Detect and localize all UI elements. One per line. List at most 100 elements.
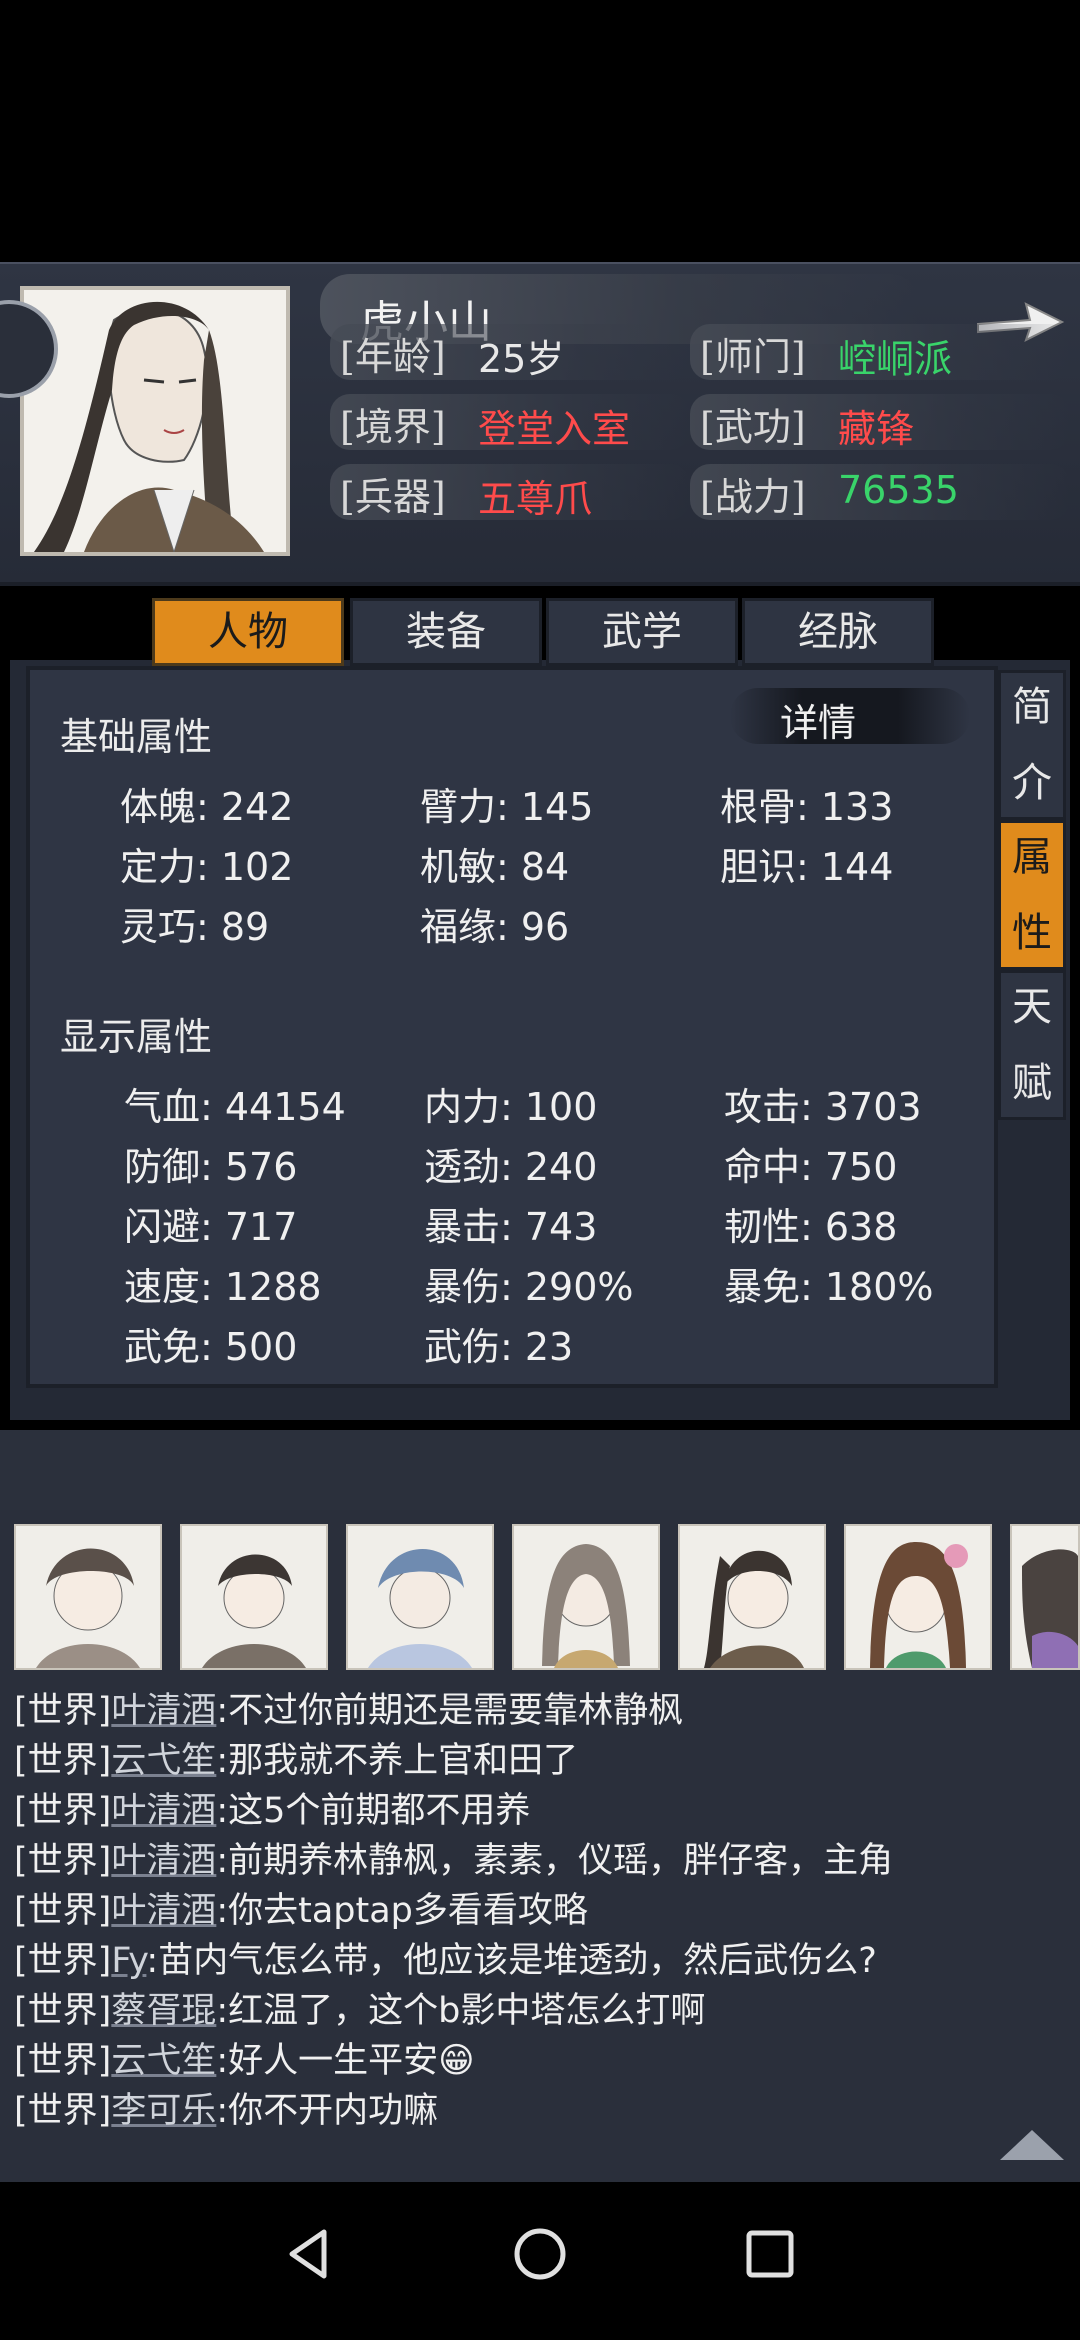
stat-dexterity: 灵巧: 89	[120, 905, 270, 949]
chat-message: [世界]蔡胥琨:红温了，这个b影中塔怎么打啊	[14, 1982, 705, 2033]
home-icon[interactable]	[510, 2224, 570, 2284]
martial-label: [武功]	[700, 405, 806, 449]
weapon-value: 五尊爪	[478, 477, 593, 521]
side-tab-intro-char1: 简	[1012, 684, 1052, 730]
chat-text: :你去taptap多看看攻略	[216, 1891, 588, 1931]
realm-label: [境界]	[340, 405, 446, 449]
chat-message: [世界]叶清酒:你去taptap多看看攻略	[14, 1882, 588, 1933]
stat-accuracy: 命中: 750	[724, 1145, 898, 1189]
tab-martial-arts[interactable]: 武学	[546, 598, 738, 666]
martial-value: 藏锋	[838, 407, 915, 451]
sect-value: 崆峒派	[838, 337, 953, 381]
side-tab-talents[interactable]: 天 赋	[998, 970, 1066, 1120]
side-tab-attributes[interactable]: 属 性	[998, 820, 1066, 970]
party-avatar[interactable]	[844, 1524, 992, 1670]
chat-message: [世界]云弋笙:那我就不养上官和田了	[14, 1732, 578, 1783]
side-tab-intro[interactable]: 简 介	[998, 670, 1066, 820]
tab-meridians[interactable]: 经脉	[742, 598, 934, 666]
system-nav-bar	[0, 2182, 1080, 2340]
chat-username[interactable]: 叶清酒	[111, 1891, 216, 1931]
chat-message: [世界]李可乐:你不开内功嘛	[14, 2082, 438, 2133]
side-tab-talents-char1: 天	[1012, 984, 1052, 1030]
age-label: [年龄]	[340, 335, 446, 379]
power-label: [战力]	[700, 475, 806, 519]
detail-button[interactable]: 详情	[780, 692, 856, 747]
stat-mana: 内力: 100	[424, 1085, 598, 1129]
chat-username[interactable]: 叶清酒	[111, 1791, 216, 1831]
party-avatar[interactable]	[180, 1524, 328, 1670]
side-tab-attributes-char1: 属	[1012, 834, 1052, 880]
stat-crit-resist: 暴免: 180%	[724, 1265, 934, 1309]
stat-martial-resist: 武免: 500	[124, 1325, 298, 1369]
chat-message: [世界]叶清酒:前期养林静枫，素素，仪瑶，胖仔客，主角	[14, 1832, 893, 1883]
chat-text: :苗内气怎么带，他应该是堆透劲，然后武伤么?	[146, 1941, 877, 1981]
side-tab-talents-char2: 赋	[1012, 1060, 1052, 1106]
stat-toughness: 韧性: 638	[724, 1205, 898, 1249]
chat-username[interactable]: 叶清酒	[111, 1691, 216, 1731]
stat-fortune: 福缘: 96	[420, 905, 570, 949]
stat-courage: 胆识: 144	[720, 845, 894, 889]
side-tab-attributes-char2: 性	[1012, 910, 1052, 956]
recents-icon[interactable]	[740, 2224, 800, 2284]
chat-username[interactable]: 李可乐	[111, 2091, 216, 2131]
chat-text: :这5个前期都不用养	[216, 1791, 531, 1831]
age-value: 25岁	[478, 337, 565, 381]
avatar-illustration	[514, 1526, 658, 1668]
avatar-illustration	[182, 1526, 326, 1668]
chat-channel: [世界]	[14, 1991, 112, 2031]
stat-strength: 臂力: 145	[420, 785, 594, 829]
side-tab-intro-char2: 介	[1012, 760, 1052, 806]
weapon-label: [兵器]	[340, 475, 446, 519]
chat-username[interactable]: 叶清酒	[111, 1841, 216, 1881]
chat-channel: [世界]	[14, 2041, 112, 2081]
chat-channel: [世界]	[14, 1791, 112, 1831]
sect-label: [师门]	[700, 335, 806, 379]
stat-agility: 机敏: 84	[420, 845, 570, 889]
avatar-illustration	[846, 1526, 990, 1668]
chat-message: [世界]叶清酒:不过你前期还是需要靠林静枫	[14, 1682, 683, 1733]
chat-text: :红温了，这个b影中塔怎么打啊	[216, 1991, 706, 2031]
stat-penetration: 透劲: 240	[424, 1145, 598, 1189]
avatar-illustration	[16, 1526, 160, 1668]
stat-defense: 防御: 576	[124, 1145, 298, 1189]
divider-strip	[0, 1430, 1080, 1510]
chat-username[interactable]: 蔡胥琨	[111, 1991, 216, 2031]
chat-text: :那我就不养上官和田了	[216, 1741, 579, 1781]
chat-message: [世界]Fy:苗内气怎么带，他应该是堆透劲，然后武伤么?	[14, 1932, 877, 1983]
realm-value: 登堂入室	[478, 407, 631, 451]
scroll-up-icon[interactable]	[1000, 2130, 1064, 2160]
stat-attack: 攻击: 3703	[724, 1085, 922, 1129]
chat-channel: [世界]	[14, 1941, 112, 1981]
tab-equipment[interactable]: 装备	[350, 598, 542, 666]
tab-character[interactable]: 人物	[152, 598, 344, 666]
back-icon[interactable]	[280, 2224, 340, 2284]
chat-message: [世界]叶清酒:这5个前期都不用养	[14, 1782, 530, 1833]
party-avatar[interactable]	[346, 1524, 494, 1670]
chat-channel: [世界]	[14, 1841, 112, 1881]
avatar-illustration	[680, 1526, 824, 1668]
chat-text: :好人一生平安😁	[216, 2041, 475, 2081]
portrait-illustration	[24, 290, 286, 552]
chat-username[interactable]: 云弋笙	[111, 2041, 216, 2081]
party-avatar[interactable]	[14, 1524, 162, 1670]
basic-attributes-title: 基础属性	[60, 715, 213, 759]
chat-message: [世界]云弋笙:好人一生平安😁	[14, 2032, 475, 2083]
chat-text: :前期养林静枫，素素，仪瑶，胖仔客，主角	[216, 1841, 894, 1881]
chat-username[interactable]: 云弋笙	[111, 1741, 216, 1781]
power-value: 76535	[838, 468, 959, 512]
party-avatar[interactable]	[512, 1524, 660, 1670]
stat-composure: 定力: 102	[120, 845, 294, 889]
chat-username[interactable]: Fy	[111, 1941, 146, 1981]
chat-text: :你不开内功嘛	[216, 2091, 439, 2131]
stat-crit-damage: 暴伤: 290%	[424, 1265, 634, 1309]
stat-hp: 气血: 44154	[124, 1085, 346, 1129]
party-avatar[interactable]	[678, 1524, 826, 1670]
character-portrait[interactable]	[20, 286, 290, 556]
chat-channel: [世界]	[14, 1691, 112, 1731]
stat-speed: 速度: 1288	[124, 1265, 322, 1309]
stat-constitution: 根骨: 133	[720, 785, 894, 829]
stat-physique: 体魄: 242	[120, 785, 294, 829]
stat-dodge: 闪避: 717	[124, 1205, 298, 1249]
party-avatar[interactable]	[1010, 1524, 1080, 1670]
chat-channel: [世界]	[14, 2091, 112, 2131]
